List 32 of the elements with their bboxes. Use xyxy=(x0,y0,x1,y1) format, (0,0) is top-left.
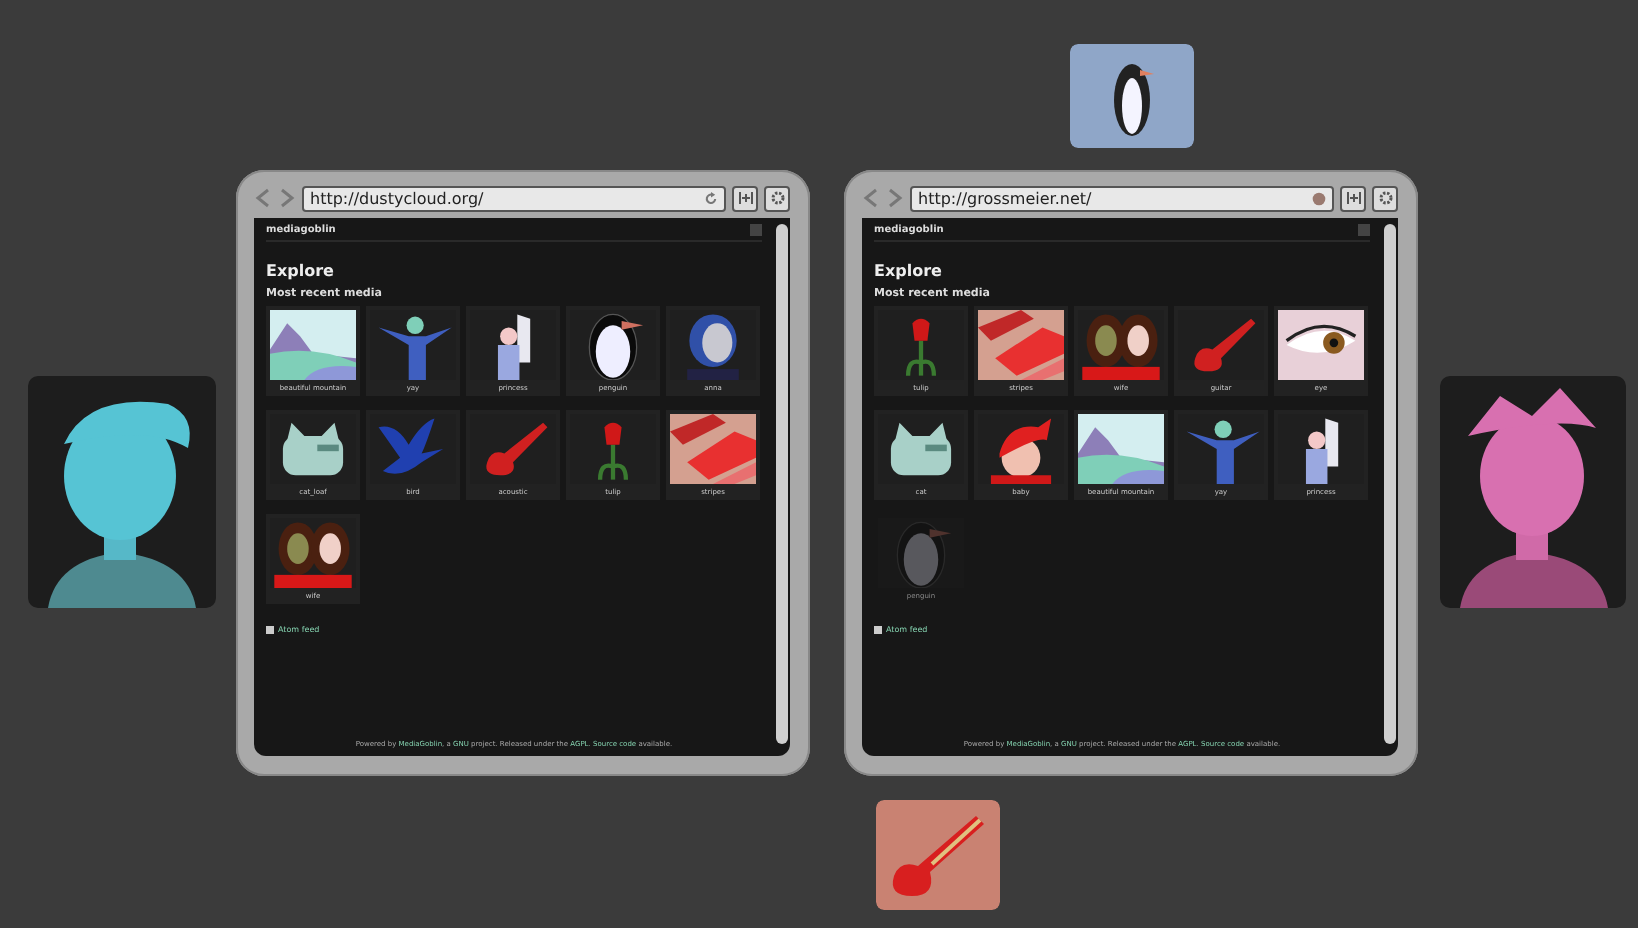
page-heading: Explore xyxy=(874,262,944,280)
plus-bracket-icon xyxy=(737,190,753,206)
page-heading: Explore xyxy=(266,262,336,280)
media-thumbnail xyxy=(1078,414,1164,484)
menu-toggle[interactable] xyxy=(750,224,762,236)
back-icon[interactable] xyxy=(862,188,880,208)
new-tab-button[interactable] xyxy=(1340,185,1366,211)
plus-bracket-icon xyxy=(1345,190,1361,206)
feed-icon xyxy=(266,625,274,633)
media-thumbnail xyxy=(1278,310,1364,380)
forward-icon[interactable] xyxy=(886,188,904,208)
address-field[interactable]: http://dustycloud.org/ xyxy=(302,185,726,211)
media-thumbnail xyxy=(1078,310,1164,380)
gear-icon xyxy=(1377,190,1393,206)
back-icon[interactable] xyxy=(254,188,272,208)
settings-button[interactable] xyxy=(1372,185,1398,211)
penguin-tile-drawing xyxy=(1070,44,1194,148)
media-thumbnail xyxy=(978,310,1064,380)
scrollbar[interactable] xyxy=(776,224,788,744)
scrollbar[interactable] xyxy=(1384,224,1396,744)
feed-icon xyxy=(874,625,882,633)
settings-button[interactable] xyxy=(764,185,790,211)
address-field[interactable]: http://grossmeier.net/ xyxy=(910,185,1334,211)
guitar-tile-drawing xyxy=(876,800,1000,910)
gear-icon xyxy=(769,190,785,206)
media-thumbnail xyxy=(270,518,356,588)
media-thumbnail xyxy=(670,414,756,484)
media-thumbnail xyxy=(270,310,356,380)
menu-toggle[interactable] xyxy=(1358,224,1370,236)
forward-icon[interactable] xyxy=(278,188,296,208)
reload-icon[interactable] xyxy=(704,191,718,205)
new-tab-button[interactable] xyxy=(732,185,758,211)
